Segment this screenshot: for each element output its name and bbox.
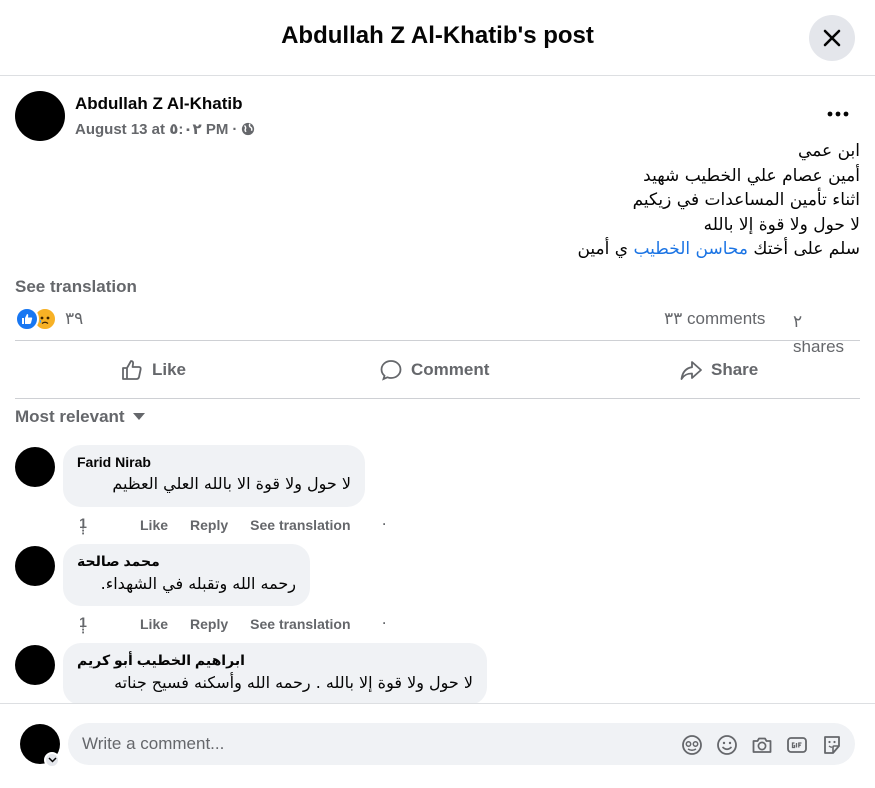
comments-count-link[interactable]: ٣٣ comments	[664, 309, 765, 329]
post-text: ابن عمي أمين عصام علي الخطيب شهيد اثناء …	[160, 139, 860, 262]
emoji-icon[interactable]	[715, 733, 738, 756]
post-line: سلم على أختك محاسن الخطيب ي أمين	[160, 237, 860, 262]
comment-time[interactable]: 1 ⋮	[78, 516, 110, 537]
comment-text: لا حول ولا قوة الا بالله العلي العظيم	[112, 474, 351, 493]
post-action-bar: Like Comment Share	[15, 340, 860, 399]
comment-see-translation[interactable]: See translation	[250, 517, 350, 533]
comment-actions: 1 ⋮ Like Reply See translation ·	[78, 516, 409, 537]
like-button[interactable]: Like	[120, 353, 186, 387]
like-label: Like	[152, 360, 187, 379]
comment-sort-dropdown[interactable]: Most relevant	[15, 407, 145, 427]
comment-like-button[interactable]: Like	[140, 616, 168, 632]
like-reaction-icon	[15, 307, 39, 331]
comment-bubble: محمد صالحة رحمه الله وتقبله في الشهداء.	[63, 544, 310, 606]
post-line: اثناء تأمين المساعدات في زيكيم	[632, 190, 860, 210]
comment-label: Comment	[411, 360, 490, 379]
caret-down-icon	[132, 413, 145, 420]
like-icon	[122, 360, 142, 380]
share-icon	[680, 361, 702, 380]
close-button[interactable]	[809, 15, 855, 61]
globe-icon[interactable]	[241, 122, 255, 136]
sort-label: Most relevant	[15, 407, 125, 426]
comment-button[interactable]: Comment	[379, 353, 489, 387]
meta-separator: ·	[232, 120, 238, 138]
post-line: أمين عصام علي الخطيب شهيد	[643, 165, 860, 186]
comment-see-translation[interactable]: See translation	[250, 616, 350, 632]
comment-avatar[interactable]	[15, 546, 55, 586]
post-timestamp[interactable]: August 13 at ٥:٠٢ PM	[75, 120, 228, 138]
comment-composer	[0, 703, 875, 788]
comment-bubble: ابراهيم الخطيب أبو كريم لا حول ولا قوة إ…	[63, 643, 487, 705]
close-icon	[823, 29, 841, 47]
post-line: ابن عمي	[798, 141, 860, 161]
comment-icon	[380, 360, 402, 381]
comment-avatar[interactable]	[15, 645, 55, 685]
composer-tools	[680, 733, 843, 756]
comment-separator: ·	[382, 517, 387, 531]
camera-icon[interactable]	[750, 733, 773, 756]
post-meta: August 13 at ٥:٠٢ PM ·	[75, 120, 255, 138]
comment-like-button[interactable]: Like	[140, 517, 168, 533]
post-line-prefix: سلم على أختك	[747, 239, 860, 259]
modal-header: Abdullah Z Al-Khatib's post	[0, 0, 875, 76]
sticker-icon[interactable]	[820, 733, 843, 756]
reaction-count: ٣٩	[65, 309, 84, 328]
share-label: Share	[711, 360, 759, 379]
comment-text: رحمه الله وتقبله في الشهداء.	[100, 574, 296, 593]
post-line: لا حول ولا قوة إلا بالله	[703, 214, 860, 235]
see-translation-link[interactable]: See translation	[15, 277, 137, 297]
profile-switch-chevron-icon[interactable]	[44, 752, 60, 768]
comment-time[interactable]: 1 ⋮	[78, 615, 110, 636]
comment-reply-button[interactable]: Reply	[190, 616, 228, 632]
comment-bubble: Farid Nirab لا حول ولا قوة الا بالله الع…	[63, 445, 365, 507]
comment-separator: ·	[382, 616, 387, 630]
comment-text: لا حول ولا قوة إلا بالله . رحمه الله وأس…	[114, 673, 473, 692]
author-name[interactable]: Abdullah Z Al-Khatib	[75, 94, 242, 114]
modal-title: Abdullah Z Al-Khatib's post	[281, 22, 594, 49]
comment-author[interactable]: Farid Nirab	[77, 454, 351, 470]
reactions-summary[interactable]: ٣٩	[15, 307, 83, 331]
post-line-suffix: ي أمين	[577, 239, 634, 259]
comment-author[interactable]: ابراهيم الخطيب أبو كريم	[77, 652, 473, 669]
comment-reply-button[interactable]: Reply	[190, 517, 228, 533]
comment-avatar[interactable]	[15, 447, 55, 487]
tagged-person-link[interactable]: محاسن الخطيب	[633, 239, 748, 259]
comment-actions: 1 ⋮ Like Reply See translation ·	[78, 615, 409, 636]
gif-icon[interactable]	[785, 733, 808, 756]
share-button[interactable]: Share	[679, 353, 758, 387]
more-options-icon	[827, 111, 849, 117]
author-avatar[interactable]	[15, 91, 65, 141]
comment-author[interactable]: محمد صالحة	[77, 553, 296, 570]
post-options-button[interactable]	[822, 101, 854, 127]
avatar-sticker-icon[interactable]	[680, 733, 703, 756]
shares-number: ٢	[793, 312, 803, 331]
